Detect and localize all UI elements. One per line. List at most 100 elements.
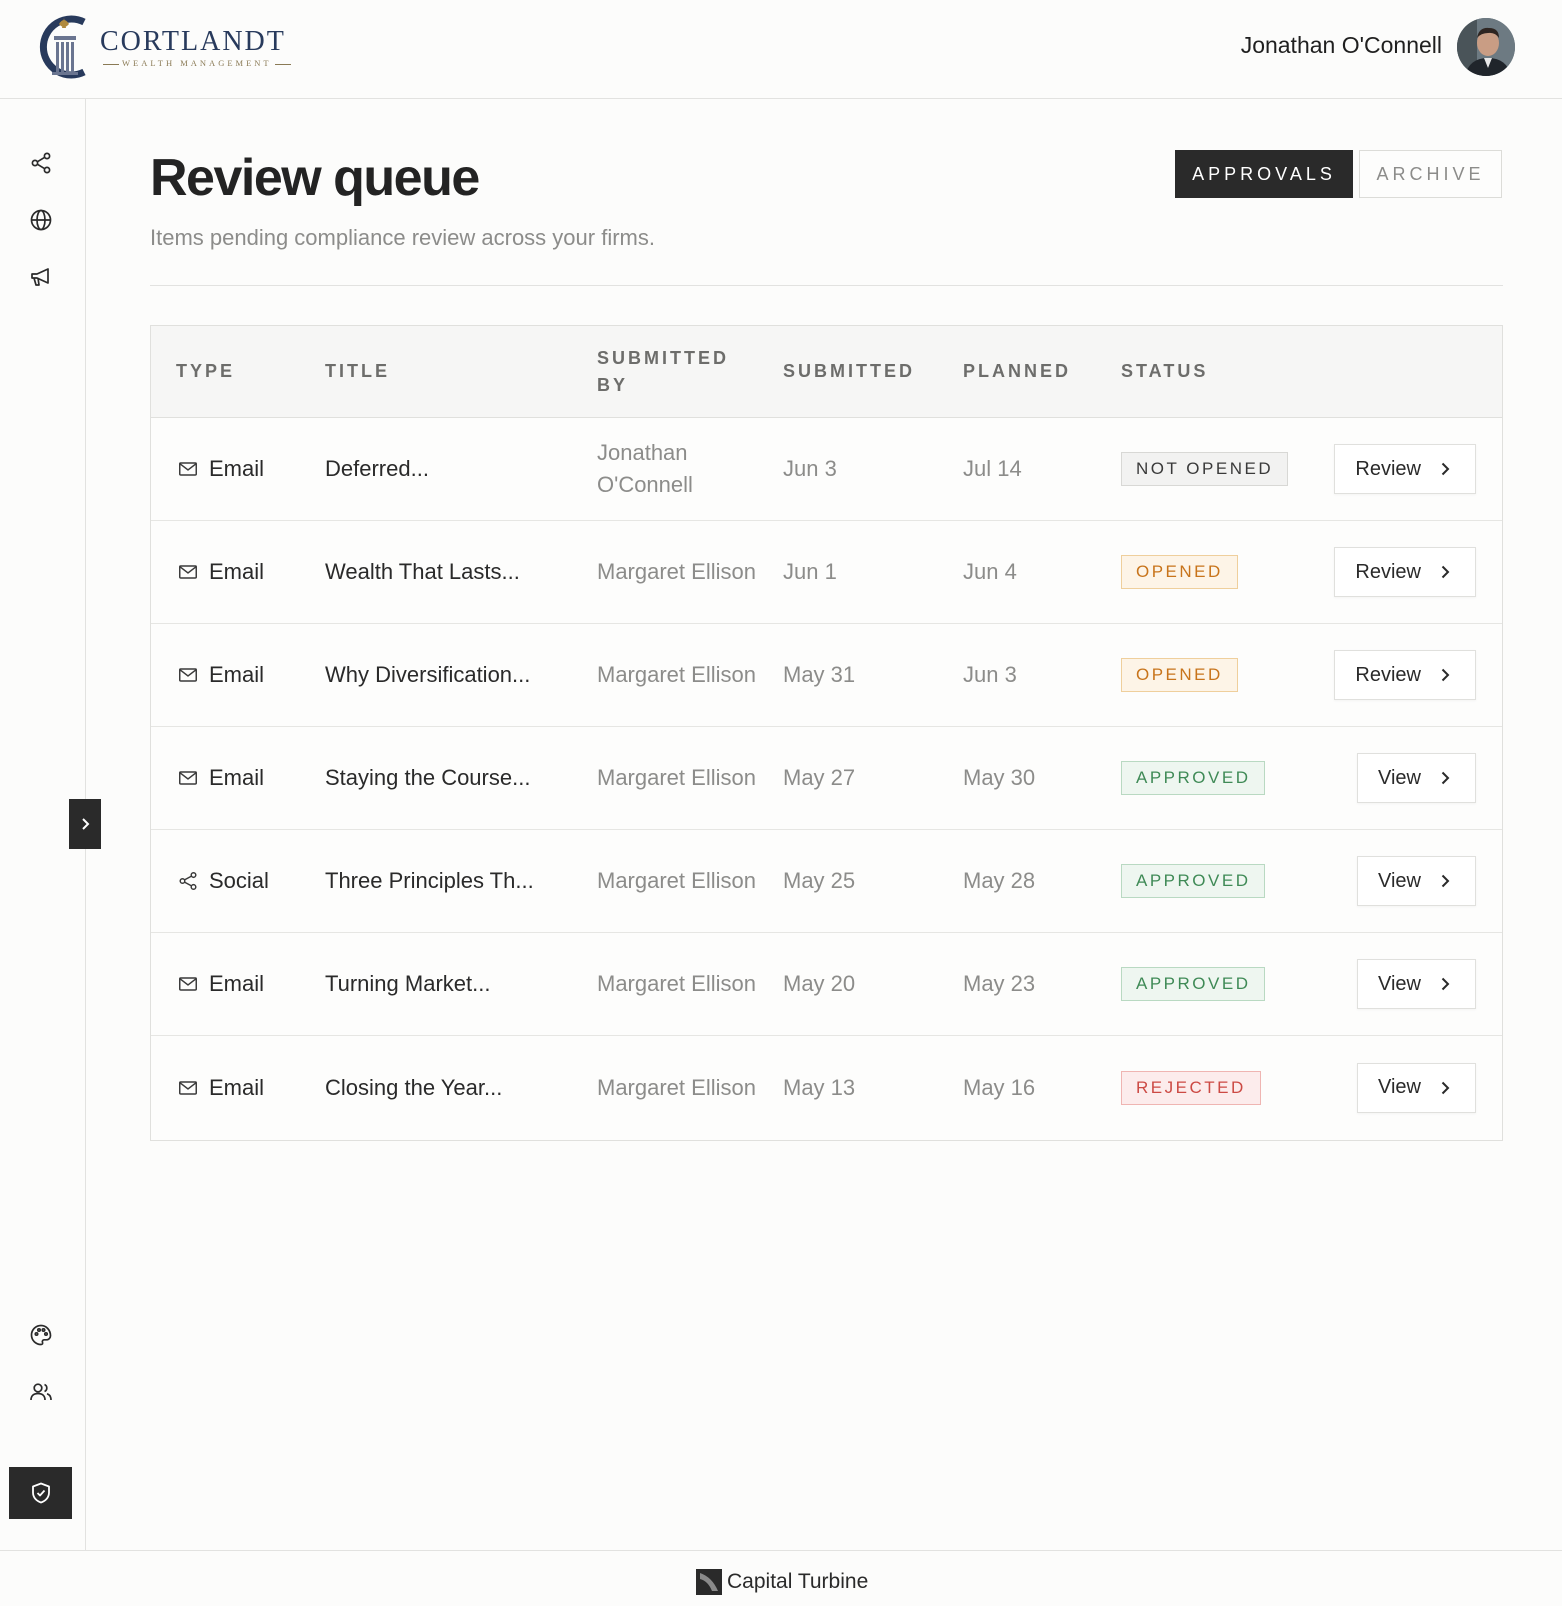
type-cell: Email: [177, 933, 264, 1035]
status-badge: OPENED: [1121, 555, 1238, 589]
sidebar-item-branding[interactable]: [22, 1316, 60, 1354]
review-button[interactable]: Review: [1334, 444, 1476, 494]
mail-icon: [179, 462, 197, 476]
globe-icon: [30, 209, 52, 231]
page-subtitle: Items pending compliance review across y…: [150, 225, 655, 250]
review-button[interactable]: Review: [1334, 650, 1476, 700]
column-header-status[interactable]: STATUS: [1121, 358, 1208, 385]
column-header-submitted-by-line2: BY: [597, 375, 629, 395]
view-button[interactable]: View: [1357, 959, 1476, 1009]
mail-icon: [179, 771, 197, 785]
status-badge: NOT OPENED: [1121, 452, 1289, 486]
page-title: Review queue: [150, 149, 480, 207]
submitted-date-cell: May 27: [783, 765, 856, 790]
footer-brand[interactable]: Capital Turbine: [696, 1569, 868, 1595]
status-cell: APPROVED: [1121, 830, 1266, 932]
submitted-by-cell: Margaret Ellison: [597, 933, 767, 1035]
sidebar-item-web[interactable]: [22, 201, 60, 239]
type-cell: Email: [177, 521, 264, 623]
table-header: TYPE TITLE SUBMITTED BY SUBMITTED PLANNE…: [151, 326, 1502, 418]
view-button[interactable]: View: [1357, 753, 1476, 803]
submitted-date-cell: May 31: [783, 662, 856, 687]
title-cell: Turning Market...: [325, 971, 491, 996]
submitted-by-name: Margaret Ellison: [597, 1074, 756, 1100]
sidebar-item-campaigns[interactable]: [22, 258, 60, 296]
action-label: View: [1378, 1076, 1421, 1098]
status-cell: NOT OPENED: [1121, 418, 1289, 520]
status-cell: OPENED: [1121, 521, 1238, 623]
submitted-date-cell: Jun 1: [783, 559, 837, 584]
submitted-date-cell: May 25: [783, 868, 856, 893]
footer: Capital Turbine: [0, 1550, 1562, 1606]
table-row[interactable]: Email Turning Market... Margaret Ellison Ma…: [151, 933, 1502, 1036]
action-cell: View: [1357, 830, 1476, 932]
column-header-submitted-by[interactable]: SUBMITTED BY: [597, 345, 729, 399]
brand-logo[interactable]: CORTLANDT WEALTH MANAGEMENT: [32, 14, 292, 80]
mail-icon: [179, 977, 197, 991]
megaphone-icon: [31, 268, 49, 286]
table-row[interactable]: Email Why Diversification... Margaret Elli…: [151, 624, 1502, 727]
view-button[interactable]: View: [1357, 856, 1476, 906]
chevron-right-icon: [1441, 668, 1450, 682]
planned-date-cell: May 16: [963, 1074, 1036, 1100]
status-cell: REJECTED: [1121, 1036, 1261, 1139]
submitted-by-cell: Margaret Ellison: [597, 727, 767, 829]
tab-approvals[interactable]: APPROVALS: [1175, 150, 1353, 198]
status-badge: APPROVED: [1121, 967, 1266, 1001]
table-row[interactable]: Email Staying the Course... Margaret Ellis…: [151, 727, 1502, 830]
planned-date-cell: Jun 3: [963, 662, 1017, 687]
column-header-planned[interactable]: PLANNED: [963, 358, 1071, 385]
action-cell: View: [1357, 727, 1476, 829]
type-label: Email: [209, 662, 265, 687]
table-row[interactable]: Email Deferred... Jonathan O'Connell Jun 3 J…: [151, 418, 1502, 521]
action-cell: Review: [1334, 624, 1476, 726]
sidebar-expand-button[interactable]: [69, 799, 101, 849]
table-row[interactable]: Email Wealth That Lasts... Margaret Elliso…: [151, 521, 1502, 624]
type-label: Email: [209, 456, 265, 481]
status-badge: REJECTED: [1121, 1070, 1261, 1105]
action-label: View: [1378, 972, 1421, 995]
submitted-by-name: Jonathan O'Connell: [597, 440, 693, 497]
type-label: Email: [209, 559, 265, 584]
submitted-by-name: Margaret Ellison: [597, 662, 756, 687]
status-cell: APPROVED: [1121, 933, 1266, 1035]
brand-tagline: WEALTH MANAGEMENT: [100, 58, 283, 68]
tab-archive[interactable]: ARCHIVE: [1359, 150, 1502, 198]
submitted-by-cell: Margaret Ellison: [597, 624, 767, 726]
sidebar-item-compliance[interactable]: [9, 1467, 72, 1519]
table-row[interactable]: Email Closing the Year... Margaret Ellison…: [151, 1036, 1502, 1139]
status-badge: APPROVED: [1121, 864, 1266, 898]
divider: [150, 285, 1503, 286]
sidebar-item-social[interactable]: [22, 144, 60, 182]
column-header-submitted[interactable]: SUBMITTED: [783, 358, 915, 385]
planned-date-cell: May 23: [963, 971, 1036, 996]
title-cell: Three Principles Th...: [325, 868, 534, 893]
submitted-by-cell: Margaret Ellison: [597, 521, 767, 623]
pillar-c-logo: [39, 15, 86, 79]
capital-turbine-logo: [696, 1569, 722, 1595]
view-button[interactable]: View: [1357, 1062, 1476, 1113]
review-button[interactable]: Review: [1334, 547, 1476, 597]
title-cell: Closing the Year...: [325, 1074, 503, 1100]
action-label: Review: [1355, 457, 1421, 480]
mail-icon: [179, 565, 197, 579]
type-cell: Social: [177, 830, 269, 932]
chevron-right-icon: [1441, 771, 1450, 785]
user-avatar[interactable]: [1457, 18, 1515, 76]
action-label: Review: [1355, 663, 1421, 686]
chevron-right-icon: [1441, 462, 1450, 476]
column-header-title[interactable]: TITLE: [325, 358, 390, 385]
submitted-by-cell: Margaret Ellison: [597, 1036, 767, 1139]
users-icon: [30, 1383, 52, 1401]
planned-date-cell: Jun 4: [963, 559, 1017, 584]
user-name[interactable]: Jonathan O'Connell: [1241, 32, 1442, 59]
type-label: Email: [209, 1074, 265, 1100]
type-label: Email: [209, 971, 265, 996]
brand-name: CORTLANDT: [100, 26, 286, 57]
column-header-type[interactable]: TYPE: [176, 358, 235, 385]
type-cell: Email: [177, 727, 264, 829]
sidebar-item-team[interactable]: [22, 1373, 60, 1411]
type-cell: Email: [177, 418, 264, 520]
status-badge: APPROVED: [1121, 761, 1266, 795]
table-row[interactable]: Social Three Principles Th... Margaret Ell…: [151, 830, 1502, 933]
